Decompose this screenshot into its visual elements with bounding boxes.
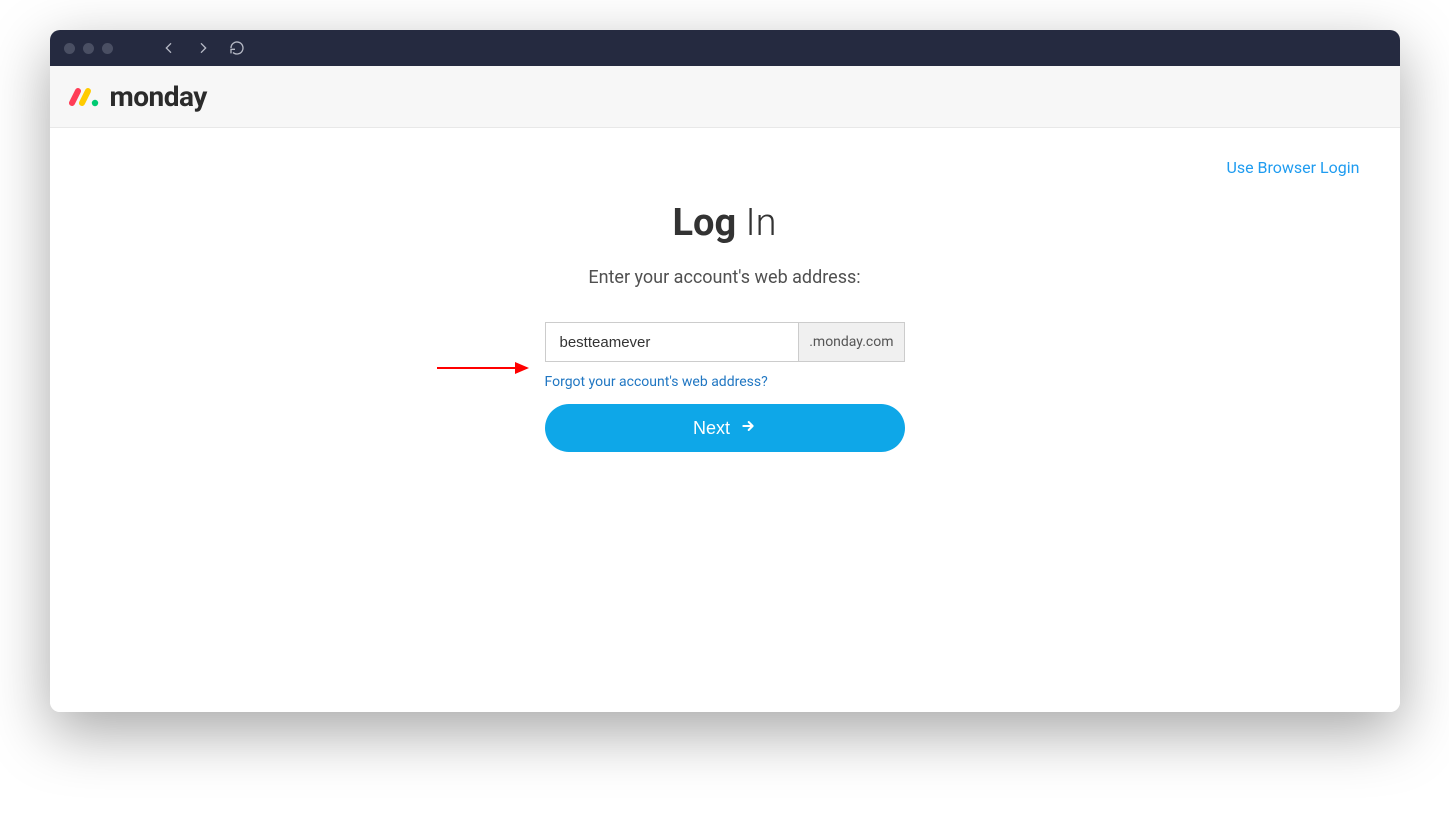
brand-name: monday	[110, 80, 207, 113]
window-close-button[interactable]	[64, 43, 75, 54]
next-button[interactable]: Next	[545, 404, 905, 452]
app-header: monday	[50, 66, 1400, 128]
domain-suffix-label: .monday.com	[798, 322, 904, 362]
subdomain-input[interactable]	[545, 322, 799, 362]
content-area: Use Browser Login Log In Enter your acco…	[50, 128, 1400, 712]
forward-icon[interactable]	[195, 40, 211, 56]
title-light: In	[745, 201, 776, 245]
window-minimize-button[interactable]	[83, 43, 94, 54]
login-form: Log In Enter your account's web address:…	[545, 201, 905, 452]
back-icon[interactable]	[161, 40, 177, 56]
brand-logo: monday	[68, 80, 1382, 113]
window-maximize-button[interactable]	[102, 43, 113, 54]
forgot-address-link[interactable]: Forgot your account's web address?	[545, 374, 768, 390]
page-title: Log In	[545, 201, 905, 245]
use-browser-login-link[interactable]: Use Browser Login	[1226, 158, 1359, 177]
forgot-link-row: Forgot your account's web address?	[545, 374, 905, 390]
subtitle: Enter your account's web address:	[545, 267, 905, 288]
title-bold: Log	[672, 201, 736, 245]
titlebar	[50, 30, 1400, 66]
annotation-arrow-icon	[435, 358, 535, 378]
nav-controls	[161, 40, 245, 56]
reload-icon[interactable]	[229, 40, 245, 56]
browser-login-row: Use Browser Login	[90, 158, 1360, 177]
next-button-label: Next	[693, 418, 730, 439]
window-controls	[64, 43, 113, 54]
app-window: monday Use Browser Login Log In Enter yo…	[50, 30, 1400, 712]
arrow-right-icon	[740, 418, 756, 439]
subdomain-input-row: .monday.com	[545, 322, 905, 362]
brand-logo-mark	[68, 85, 104, 109]
